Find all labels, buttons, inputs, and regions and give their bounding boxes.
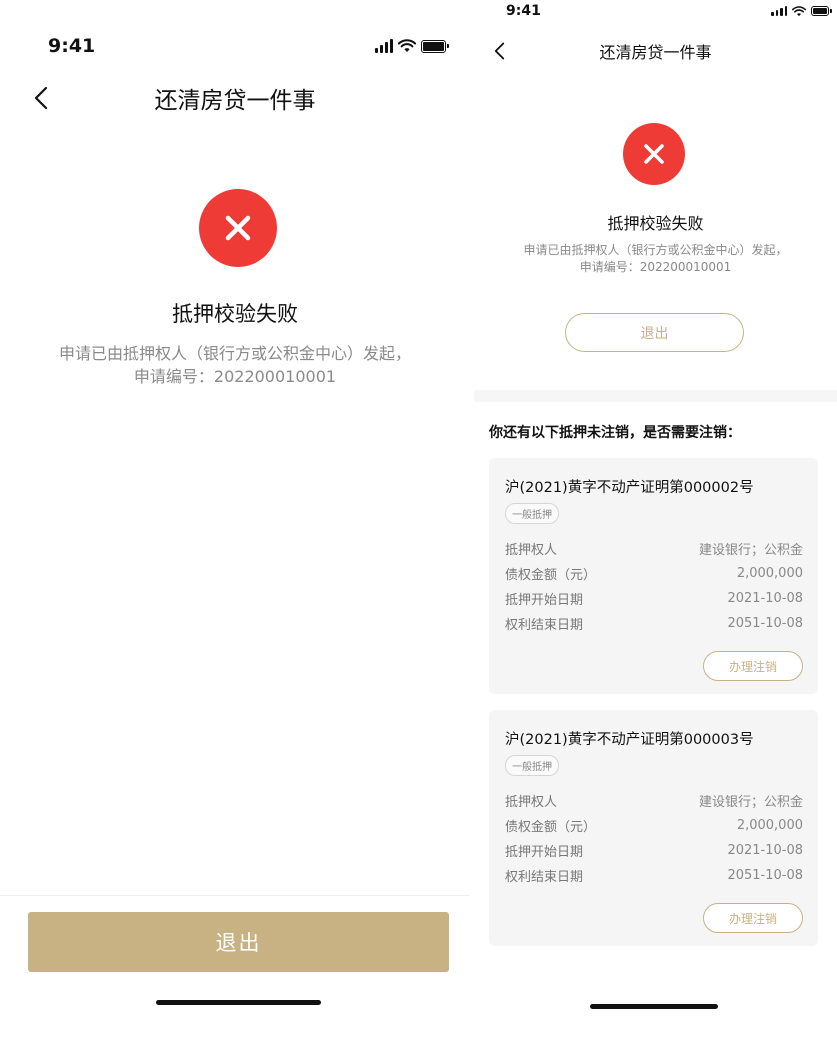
field-label: 债权金额（元） [505, 820, 597, 835]
status-time: 9:41 [48, 35, 96, 57]
back-button[interactable] [26, 78, 56, 118]
left-screen: 9:41 还清房贷一件事 抵押校验失败 申请已由抵押权人（银行方或公积金中心）发… [0, 0, 470, 1038]
nav-bar: 还清房贷一件事 [0, 78, 470, 118]
field-value: 2,000,000 [736, 818, 803, 833]
certificate-card: 沪(2021)黄字不动产证明第000003号 一般抵押 抵押权人 建设银行；公积… [489, 710, 818, 946]
exit-button[interactable]: 退出 [565, 313, 744, 352]
home-indicator [590, 1004, 718, 1009]
result-description: 申请已由抵押权人（银行方或公积金中心）发起， 申请编号：202200010001 [0, 342, 470, 388]
field-value: 2051-10-08 [727, 868, 803, 883]
nav-bar: 还清房贷一件事 [474, 36, 837, 66]
field-row: 抵押权人 建设银行；公积金 [505, 536, 803, 561]
status-bar: 9:41 [474, 2, 837, 20]
field-label: 债权金额（元） [505, 568, 597, 583]
field-row: 抵押开始日期 2021-10-08 [505, 586, 803, 611]
chevron-left-icon [34, 86, 48, 110]
status-bar: 9:41 [0, 34, 470, 58]
home-indicator [156, 1000, 321, 1005]
field-label: 抵押开始日期 [505, 593, 584, 608]
field-row: 债权金额（元） 2,000,000 [505, 561, 803, 586]
wifi-icon [398, 39, 416, 52]
field-row: 权利结束日期 2051-10-08 [505, 863, 803, 888]
certificate-card: 沪(2021)黄字不动产证明第000002号 一般抵押 抵押权人 建设银行；公积… [489, 458, 818, 694]
certificate-title: 沪(2021)黄字不动产证明第000002号 [505, 480, 754, 496]
field-label: 抵押权人 [505, 543, 558, 558]
field-value: 建设银行；公积金 [698, 543, 803, 558]
certificate-title: 沪(2021)黄字不动产证明第000003号 [505, 732, 754, 748]
field-label: 抵押开始日期 [505, 845, 584, 860]
cancel-mortgage-button[interactable]: 办理注销 [703, 651, 803, 681]
result-title: 抵押校验失败 [607, 214, 704, 233]
page-title: 还清房贷一件事 [154, 88, 316, 114]
field-row: 抵押权人 建设银行；公积金 [505, 788, 803, 813]
field-row: 抵押开始日期 2021-10-08 [505, 838, 803, 863]
field-value: 2051-10-08 [727, 616, 803, 631]
battery-icon [421, 39, 446, 53]
page-title: 还清房贷一件事 [599, 43, 712, 62]
result-title: 抵押校验失败 [172, 302, 298, 326]
field-value: 建设银行；公积金 [698, 795, 803, 810]
right-screen: 9:41 还清房贷一件事 抵押校验失败 申请已由抵押权人（银行方或公积金中心）发… [474, 0, 837, 1038]
result-desc-line2: 申请编号：202200010001 [579, 260, 732, 275]
battery-icon [811, 6, 829, 16]
cellular-signal-icon [771, 6, 787, 16]
field-label: 权利结束日期 [505, 618, 584, 633]
field-row: 权利结束日期 2051-10-08 [505, 611, 803, 636]
chevron-left-icon [494, 42, 504, 60]
field-label: 抵押权人 [505, 795, 558, 810]
back-button[interactable] [486, 36, 512, 66]
section-title: 你还有以下抵押未注销，是否需要注销： [489, 425, 741, 441]
section-separator [474, 390, 837, 402]
field-label: 权利结束日期 [505, 870, 584, 885]
wifi-icon [792, 5, 806, 16]
cellular-signal-icon [375, 39, 393, 53]
fail-status-icon [199, 189, 277, 267]
result-desc-line1: 申请已由抵押权人（银行方或公积金中心）发起， [523, 243, 788, 257]
field-row: 债权金额（元） 2,000,000 [505, 813, 803, 838]
close-icon [644, 144, 664, 164]
field-value: 2,000,000 [736, 566, 803, 581]
exit-button[interactable]: 退出 [28, 912, 449, 972]
close-icon [225, 215, 251, 241]
field-value: 2021-10-08 [727, 843, 803, 858]
status-time: 9:41 [506, 3, 541, 19]
field-value: 2021-10-08 [727, 591, 803, 606]
fail-status-icon [623, 123, 685, 185]
status-icons [375, 39, 446, 53]
result-description: 申请已由抵押权人（银行方或公积金中心）发起， 申请编号：202200010001 [474, 242, 837, 277]
result-desc-line1: 申请已由抵押权人（银行方或公积金中心）发起， [58, 344, 411, 363]
mortgage-type-badge: 一般抵押 [505, 503, 559, 524]
cancel-mortgage-button[interactable]: 办理注销 [703, 903, 803, 933]
status-icons [771, 5, 829, 17]
result-desc-line2: 申请编号：202200010001 [133, 367, 337, 387]
divider [0, 895, 470, 896]
mortgage-type-badge: 一般抵押 [505, 755, 559, 776]
